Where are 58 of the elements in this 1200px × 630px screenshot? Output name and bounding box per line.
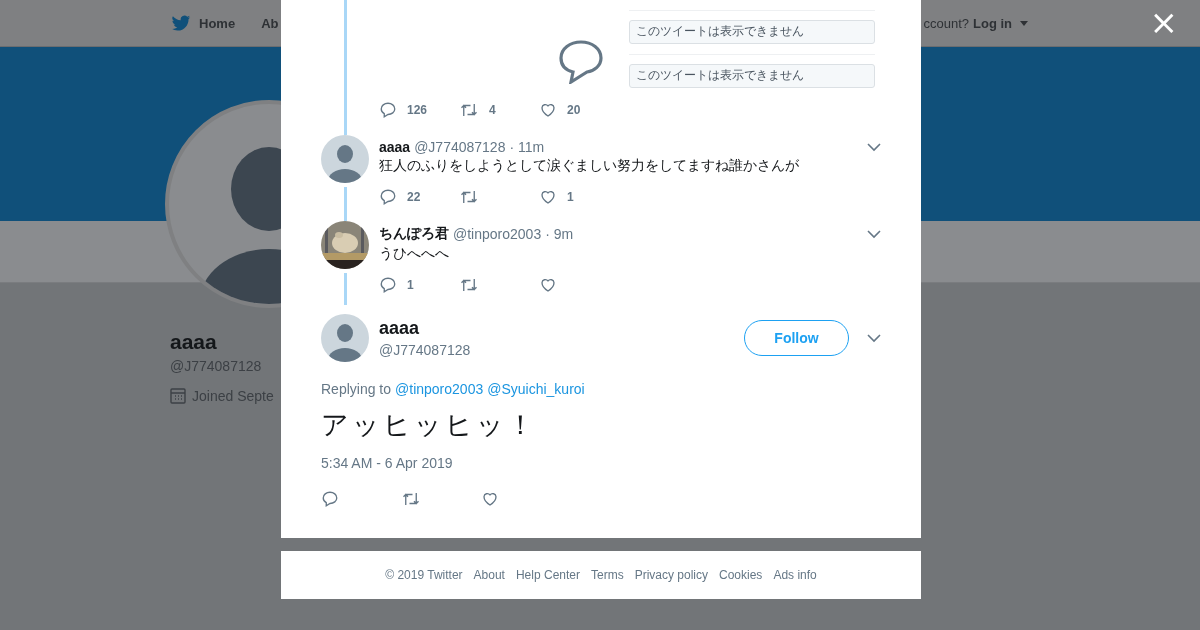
retweet-icon: [459, 276, 479, 294]
login-link[interactable]: Log in: [973, 15, 1028, 31]
retweet-icon: [459, 188, 479, 206]
user-name[interactable]: aaaa: [379, 318, 471, 339]
mention-link[interactable]: @Syuichi_kuroi: [487, 381, 585, 397]
speech-bubble-icon: [321, 490, 339, 508]
tweet-text: うひへへへ: [379, 245, 450, 263]
copyright-text: © 2019 Twitter: [385, 568, 463, 582]
unavailable-tweet-notice: このツイートは表示できません: [629, 63, 875, 88]
nav-link[interactable]: Home: [171, 14, 236, 32]
user-handle[interactable]: @J774087128: [379, 342, 471, 358]
nav-link[interactable]: Ab: [261, 15, 279, 31]
replying-to-label: Replying to: [321, 381, 392, 397]
close-button[interactable]: ×: [1149, 5, 1178, 39]
tweet-timestamp: 5:34 AM - 6 Apr 2019: [320, 454, 454, 471]
speech-bubble-icon: [379, 188, 397, 206]
mention-link[interactable]: @tinporo2003: [395, 381, 484, 397]
speech-bubble-icon: [379, 101, 397, 119]
reply-button[interactable]: 126: [379, 101, 459, 119]
user-name[interactable]: ちんぽろ君: [379, 225, 449, 243]
reply-button[interactable]: 22: [379, 188, 459, 206]
retweet-icon: [459, 101, 479, 119]
chevron-icon[interactable]: [867, 142, 881, 152]
retweet-icon: [401, 490, 421, 508]
footer-link[interactable]: Help Center: [515, 568, 580, 582]
account-prompt: ccount?: [923, 15, 969, 31]
chevron-icon[interactable]: [867, 229, 881, 239]
user-handle[interactable]: @tinporo2003: [453, 226, 542, 242]
unavailable-tweet-notice: このツイートは表示できません: [629, 19, 875, 44]
heart-icon: [539, 188, 557, 206]
follow-button[interactable]: Follow: [744, 320, 849, 356]
avatar[interactable]: [321, 314, 369, 362]
footer-link[interactable]: Terms: [591, 568, 624, 582]
footer-link[interactable]: Cookies: [719, 568, 763, 582]
footer-link[interactable]: About: [473, 568, 505, 582]
avatar[interactable]: [321, 135, 369, 183]
tweet-text: アッヒッヒッ！: [320, 409, 538, 442]
retweet-button[interactable]: 4: [459, 101, 539, 119]
like-button[interactable]: 1: [539, 188, 619, 206]
calendar-icon: [170, 388, 186, 404]
tweet-time[interactable]: · 11m: [509, 139, 545, 155]
user-name[interactable]: aaaa: [379, 139, 411, 155]
heart-icon: [539, 101, 557, 119]
heart-icon: [481, 490, 499, 508]
chevron-icon[interactable]: [867, 333, 881, 343]
tweet-text: 狂人のふりをしようとして涙ぐましい努力をしてますね誰かさんが: [379, 157, 800, 175]
tweet-time[interactable]: · 9m: [545, 226, 574, 242]
profile-name: aaaa: [170, 330, 217, 354]
speech-bubble-icon: [379, 276, 397, 294]
caret-icon: [1020, 20, 1028, 26]
speech-bubble-icon: [559, 40, 603, 84]
user-handle[interactable]: @J774087128: [414, 139, 506, 155]
bird-logo-icon: [171, 14, 191, 32]
reply-button[interactable]: 1: [379, 276, 459, 294]
heart-icon: [539, 276, 557, 294]
footer-link[interactable]: Ads info: [773, 568, 817, 582]
footer-link[interactable]: Privacy policy: [634, 568, 708, 582]
like-button[interactable]: 20: [539, 101, 619, 119]
